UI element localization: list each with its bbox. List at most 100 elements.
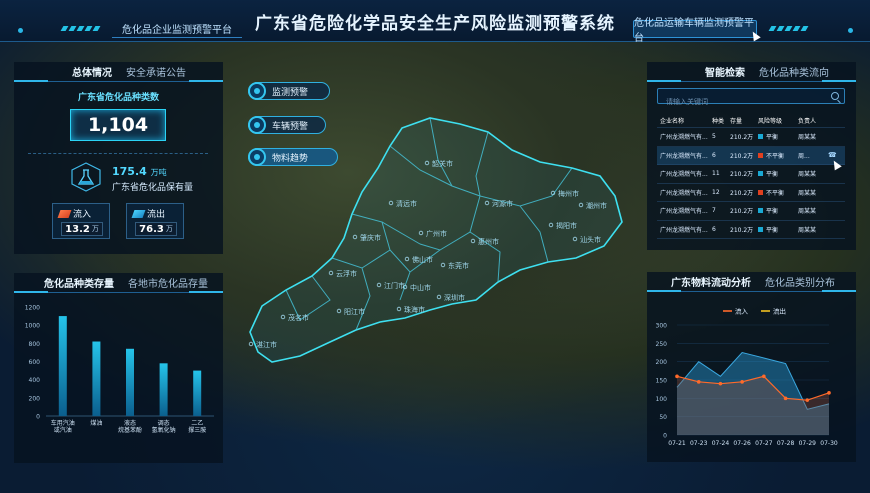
inflow-point[interactable]	[827, 391, 831, 395]
holding-label: 广东省危化品保有量	[112, 183, 194, 193]
holding-unit: 万吨	[150, 168, 167, 177]
storage-panel-header: 危化品种类存量 各地市危化品存量	[14, 273, 223, 293]
kind-count: 11	[712, 170, 720, 178]
storage-bar-chart: 0 200 400 600 800 1000 1200 车用汽油或汽油 煤油 液态烷基苯酚 调态氢氧…	[25, 305, 214, 434]
risk-label: 平衡	[766, 171, 779, 179]
risk-level: 不平衡	[758, 188, 798, 197]
map-city-label[interactable]: 东莞市	[448, 261, 469, 270]
tab-vehicle-platform[interactable]: 危化品运输车辆监测预警平台	[633, 18, 757, 44]
flow-out-number: 76.3	[139, 223, 164, 235]
y-tick-label: 250	[656, 341, 668, 348]
stock-value: 210.2万	[730, 152, 754, 160]
map-city-label[interactable]: 韶关市	[432, 159, 453, 168]
map-city-label[interactable]: 清远市	[396, 199, 417, 208]
map-city-label[interactable]: 佛山市	[412, 255, 433, 264]
enterprise-name: 广州龙溯燃气有...	[660, 189, 708, 197]
inflow-point[interactable]	[675, 374, 679, 379]
tab-smart-search[interactable]: 智能检索	[705, 64, 745, 79]
legend-label[interactable]: 流出	[773, 307, 786, 316]
storage-panel: 危化品种类存量 各地市危化品存量 0 200 400 600 800 1000 1200 车用…	[14, 273, 223, 463]
stock-value: 210.2万	[730, 208, 754, 216]
kind-count: 6	[712, 225, 716, 233]
stock-value: 210.2万	[730, 226, 754, 234]
enterprise-name: 广州龙溯燃气有...	[660, 226, 708, 234]
map-city-label[interactable]: 惠州市	[478, 237, 499, 246]
column-header: 负责人	[798, 118, 817, 125]
kind-count: 7	[712, 207, 716, 215]
map-city-label[interactable]: 湛江市	[256, 340, 277, 349]
y-tick-label: 0	[36, 414, 40, 421]
map-city-label[interactable]: 揭阳市	[556, 221, 577, 230]
tab-city-storage[interactable]: 各地市危化品存量	[128, 275, 208, 290]
bar[interactable]	[193, 370, 202, 416]
inflow-point[interactable]	[740, 380, 744, 384]
table-row[interactable]: 广州龙溯燃气有... 12 210.2万 不平衡 周某某	[657, 184, 845, 202]
kind-count: 5	[712, 133, 716, 141]
material-flow-line-chart: 流入 流出05010015020025030007-21 07-23 07-24 07-…	[656, 307, 838, 448]
enterprise-name: 广州龙溯燃气有...	[660, 152, 708, 160]
monitor-alert-button[interactable]: 监测预警	[248, 82, 330, 100]
map-city-label[interactable]: 梅州市	[558, 189, 579, 198]
tab-material-flow[interactable]: 广东物料流动分析	[671, 274, 751, 289]
inflow-point[interactable]	[805, 398, 810, 402]
x-tick-label: 07-29	[799, 440, 817, 447]
table-body: 广州龙溯燃气有... 5 210.2万 平衡 周某某 广州龙溯燃气有... 6 210.2万不…	[657, 128, 845, 239]
header-accent	[189, 80, 223, 82]
legend-label[interactable]: 流入	[735, 307, 749, 316]
kind-count-value: 1,104	[70, 109, 166, 141]
material-trend-label: 物料趋势	[272, 153, 309, 164]
tab-kind-storage[interactable]: 危化品种类存量	[44, 275, 114, 290]
inflow-point[interactable]	[718, 381, 723, 386]
x-tick-label: 07-21	[668, 440, 686, 447]
flow-out-title: 流出	[131, 207, 165, 220]
stock-value: 210.2万	[730, 134, 754, 142]
tab-kind-flow[interactable]: 危化品种类流向	[759, 64, 829, 79]
risk-color-icon	[758, 226, 763, 232]
monitor-alert-label: 监测预警	[272, 87, 309, 98]
tab-overview[interactable]: 总体情况	[72, 64, 112, 79]
y-tick-label: 1200	[25, 305, 40, 312]
bar[interactable]	[159, 363, 168, 416]
column-header: 存量	[730, 118, 743, 125]
table-row[interactable]: 广州龙溯燃气有... 11 210.2万 平衡 周某某	[657, 165, 845, 184]
header-dot-right	[848, 28, 853, 33]
inflow-point[interactable]	[762, 374, 766, 379]
tab-safety-commitment[interactable]: 安全承诺公告	[126, 64, 186, 79]
map-city-label[interactable]: 珠海市	[404, 305, 425, 314]
table-header: 企业名称 种类 存量 风险等级 负责人	[657, 114, 845, 128]
bar[interactable]	[92, 341, 101, 416]
overview-panel-header: 总体情况 安全承诺公告	[14, 62, 223, 82]
map-city-label[interactable]: 河源市	[492, 199, 513, 208]
map-city-label[interactable]: 潮州市	[586, 201, 607, 210]
x-tick-label: 07-30	[820, 440, 838, 447]
risk-label: 不平衡	[766, 189, 785, 197]
enterprise-name: 广州龙溯燃气有...	[660, 208, 708, 216]
map-city-label[interactable]: 汕头市	[580, 235, 601, 244]
map-city-label[interactable]: 中山市	[410, 283, 431, 292]
table-row[interactable]: 广州龙溯燃气有... 5 210.2万 平衡 周某某	[657, 128, 845, 147]
search-input[interactable]	[658, 95, 828, 109]
inflow-point[interactable]	[696, 380, 701, 384]
flow-in-value: 13.2 万	[61, 222, 103, 236]
tab-category-distribution[interactable]: 危化品类别分布	[765, 274, 835, 289]
table-row[interactable]: 广州龙溯燃气有... 7 210.2万 平衡 周某某	[657, 202, 845, 221]
map-city-label[interactable]: 江门市	[384, 281, 405, 290]
table-row[interactable]: 广州龙溯燃气有... 6 210.2万 不平衡 周... ☎	[657, 146, 845, 165]
map-city-label[interactable]: 深圳市	[444, 293, 465, 302]
map-city-label[interactable]: 广州市	[426, 229, 447, 238]
person-name: 周某某	[798, 226, 817, 234]
bar[interactable]	[126, 348, 134, 416]
map-city-label[interactable]: 茂名市	[288, 313, 309, 322]
vehicle-alert-button[interactable]: 车辆预警	[248, 116, 326, 134]
bar[interactable]	[58, 316, 67, 416]
map-city-label[interactable]: 云浮市	[336, 269, 357, 278]
inflow-point[interactable]	[783, 396, 788, 401]
material-trend-button[interactable]: 物料趋势	[248, 148, 338, 166]
table-row[interactable]: 广州龙溯燃气有... 6 210.2万 平衡 周某某	[657, 221, 845, 239]
header-accent	[647, 80, 681, 82]
search-icon[interactable]	[831, 92, 839, 100]
header-stripes-right	[768, 26, 809, 31]
map-city-label[interactable]: 肇庆市	[360, 233, 381, 242]
risk-color-icon	[758, 171, 763, 177]
map-city-label[interactable]: 阳江市	[344, 307, 365, 316]
